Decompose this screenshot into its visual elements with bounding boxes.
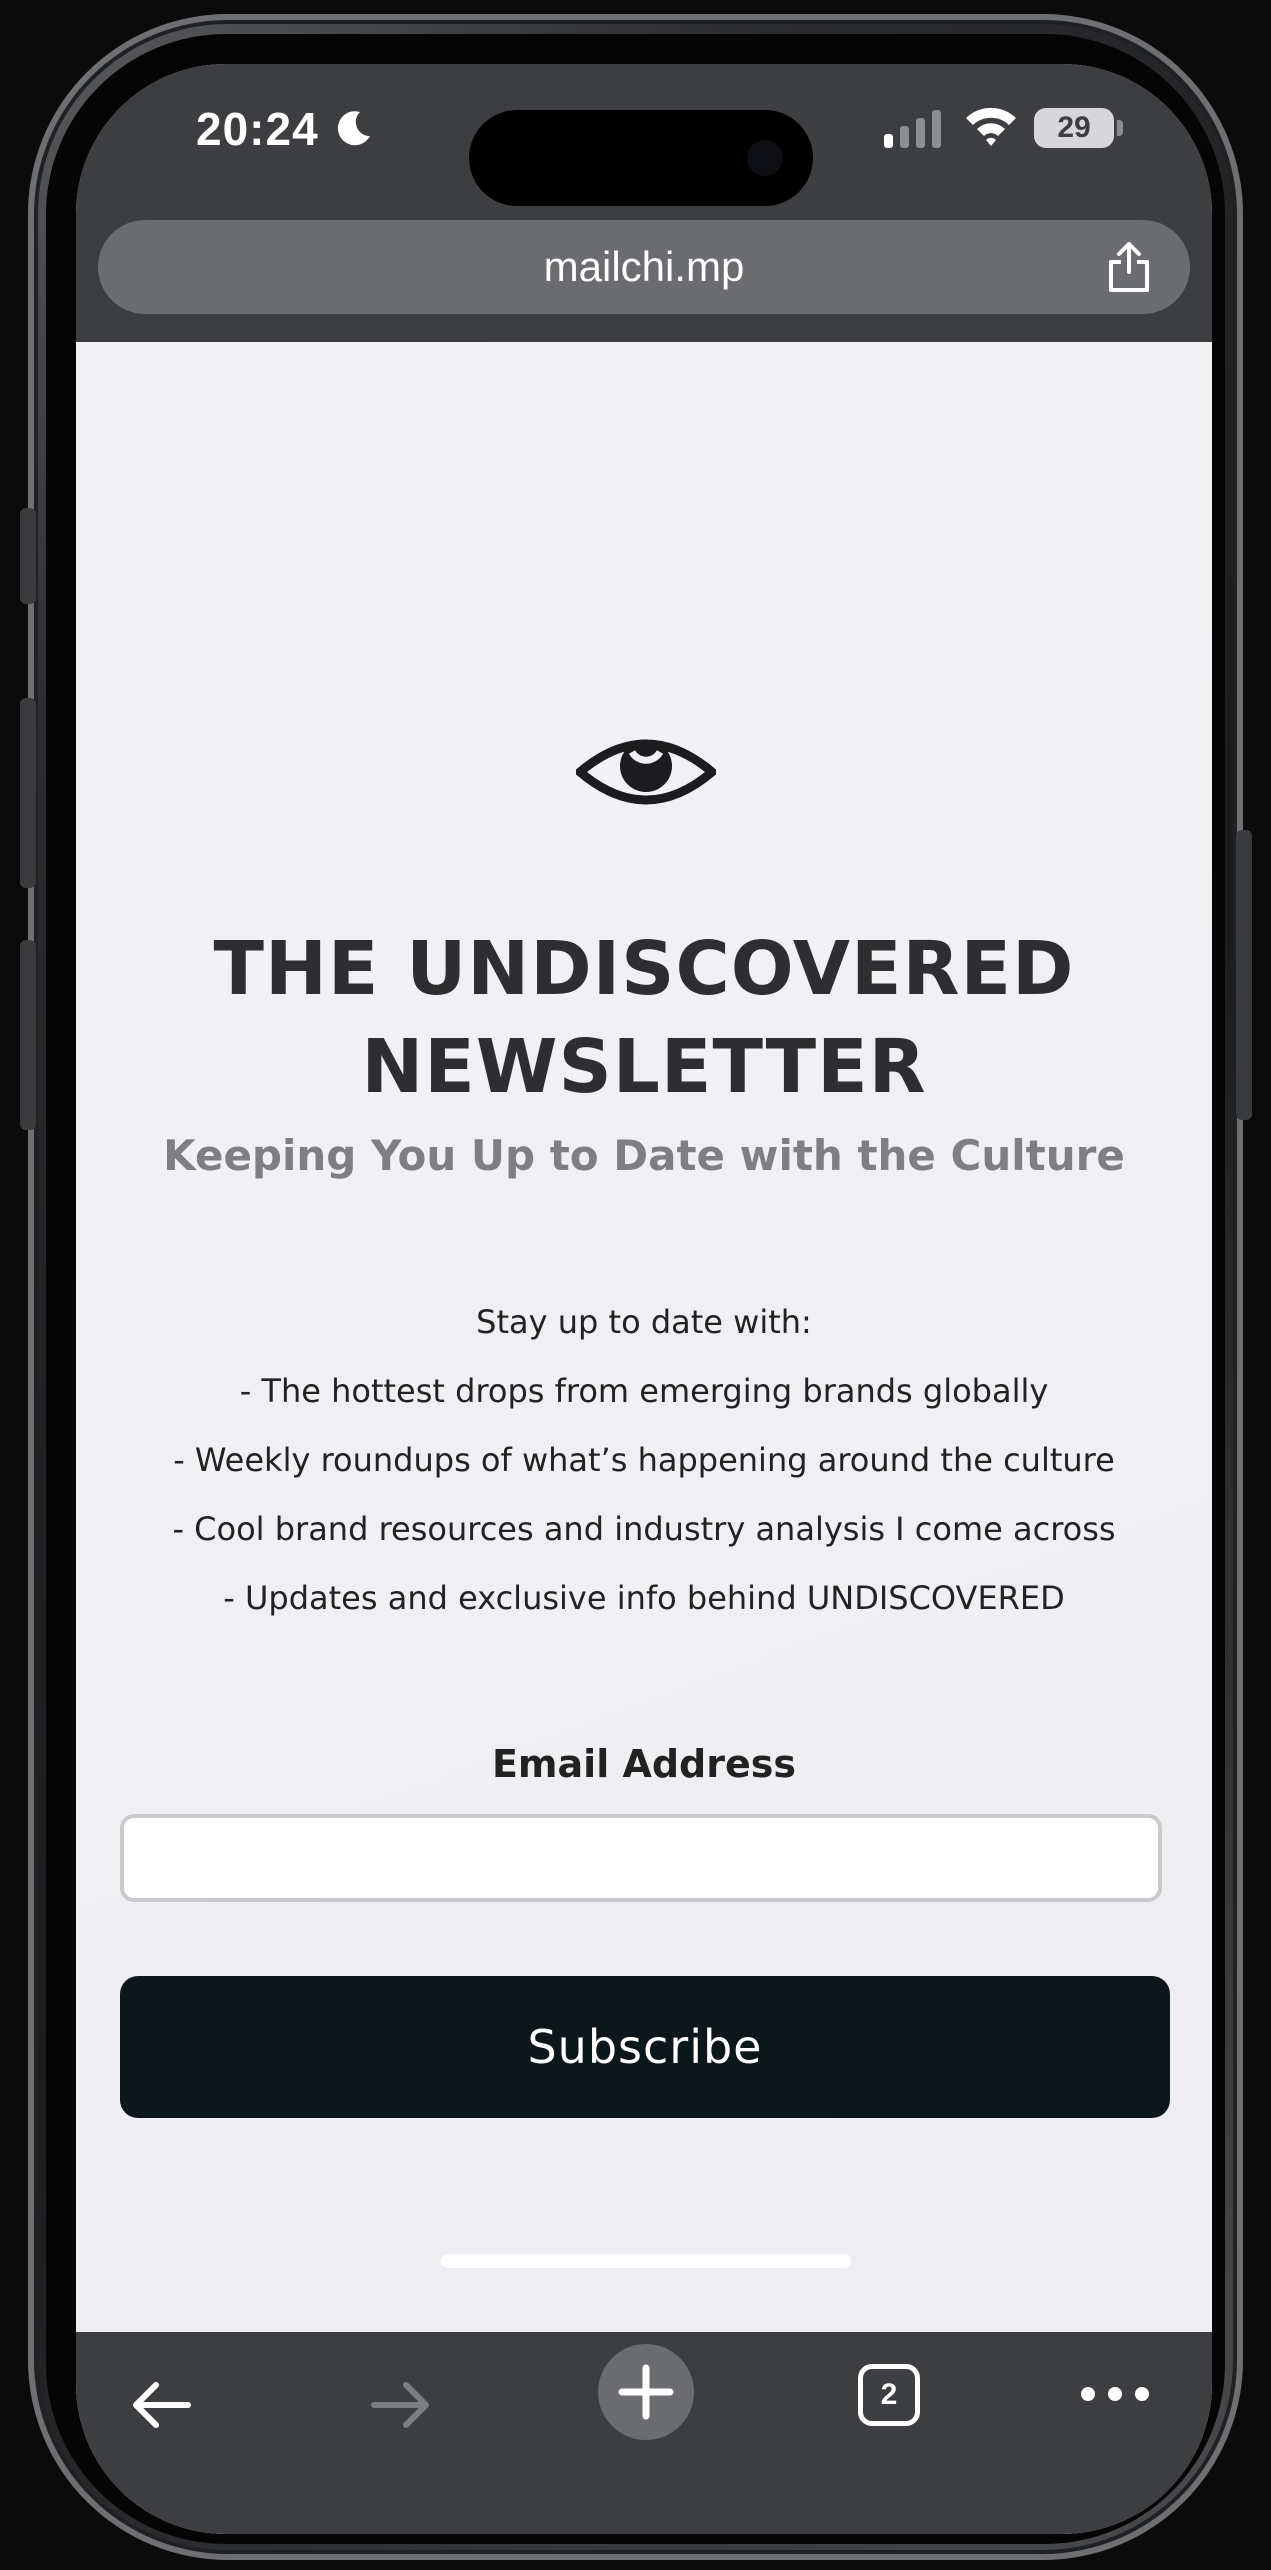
plus-icon[interactable] [596, 2342, 696, 2442]
action-button [20, 508, 36, 604]
intro-text: Stay up to date with: [476, 1303, 812, 1341]
volume-up-button [20, 698, 36, 888]
page-title: THE UNDISCOVERED NEWSLETTER [76, 920, 1212, 1116]
wifi-icon [966, 107, 1016, 146]
battery-indicator: 29 [1034, 108, 1114, 148]
battery-cap [1117, 120, 1123, 136]
subscribe-button[interactable]: Subscribe [120, 1976, 1170, 2118]
browser-bottom-bar: 2 [76, 2332, 1212, 2534]
home-indicator [441, 2254, 851, 2268]
share-icon[interactable] [1104, 240, 1154, 294]
title-line-1: THE UNDISCOVERED [213, 926, 1075, 1012]
dynamic-island [469, 110, 813, 206]
tabs-icon[interactable]: 2 [858, 2364, 920, 2426]
arrow-right-icon[interactable] [366, 2370, 436, 2440]
email-label: Email Address [491, 1742, 797, 1786]
volume-down-button [20, 940, 36, 1130]
power-button [1236, 830, 1252, 1120]
list-item: - Weekly roundups of what’s happening ar… [173, 1441, 1115, 1479]
cellular-signal-icon [884, 110, 941, 148]
page-subtitle: Keeping You Up to Date with the Culture [163, 1131, 1125, 1180]
eye-icon [576, 739, 716, 805]
browser-top-bar: 20:24 29 mailchi.mp [76, 64, 1212, 342]
status-time: 20:24 [196, 103, 319, 155]
moon-icon [337, 111, 370, 146]
benefits-list: Stay up to date with: - The hottest drop… [76, 1288, 1212, 1633]
list-item: - Updates and exclusive info behind UNDI… [223, 1579, 1065, 1617]
url-text[interactable]: mailchi.mp [98, 220, 1190, 314]
camera-icon [747, 140, 783, 176]
email-field[interactable] [120, 1814, 1162, 1902]
list-item: - Cool brand resources and industry anal… [172, 1510, 1116, 1548]
more-icon[interactable] [1080, 2382, 1150, 2406]
newsletter-page: THE UNDISCOVERED NEWSLETTER Keeping You … [76, 342, 1212, 2332]
title-line-2: NEWSLETTER [361, 1024, 927, 1110]
phone-screen: 20:24 29 mailchi.mp THE UNDISCOVERED NEW… [76, 64, 1212, 2534]
address-bar[interactable]: mailchi.mp [98, 220, 1190, 314]
arrow-left-icon[interactable] [126, 2370, 196, 2440]
list-item: - The hottest drops from emerging brands… [239, 1372, 1049, 1410]
